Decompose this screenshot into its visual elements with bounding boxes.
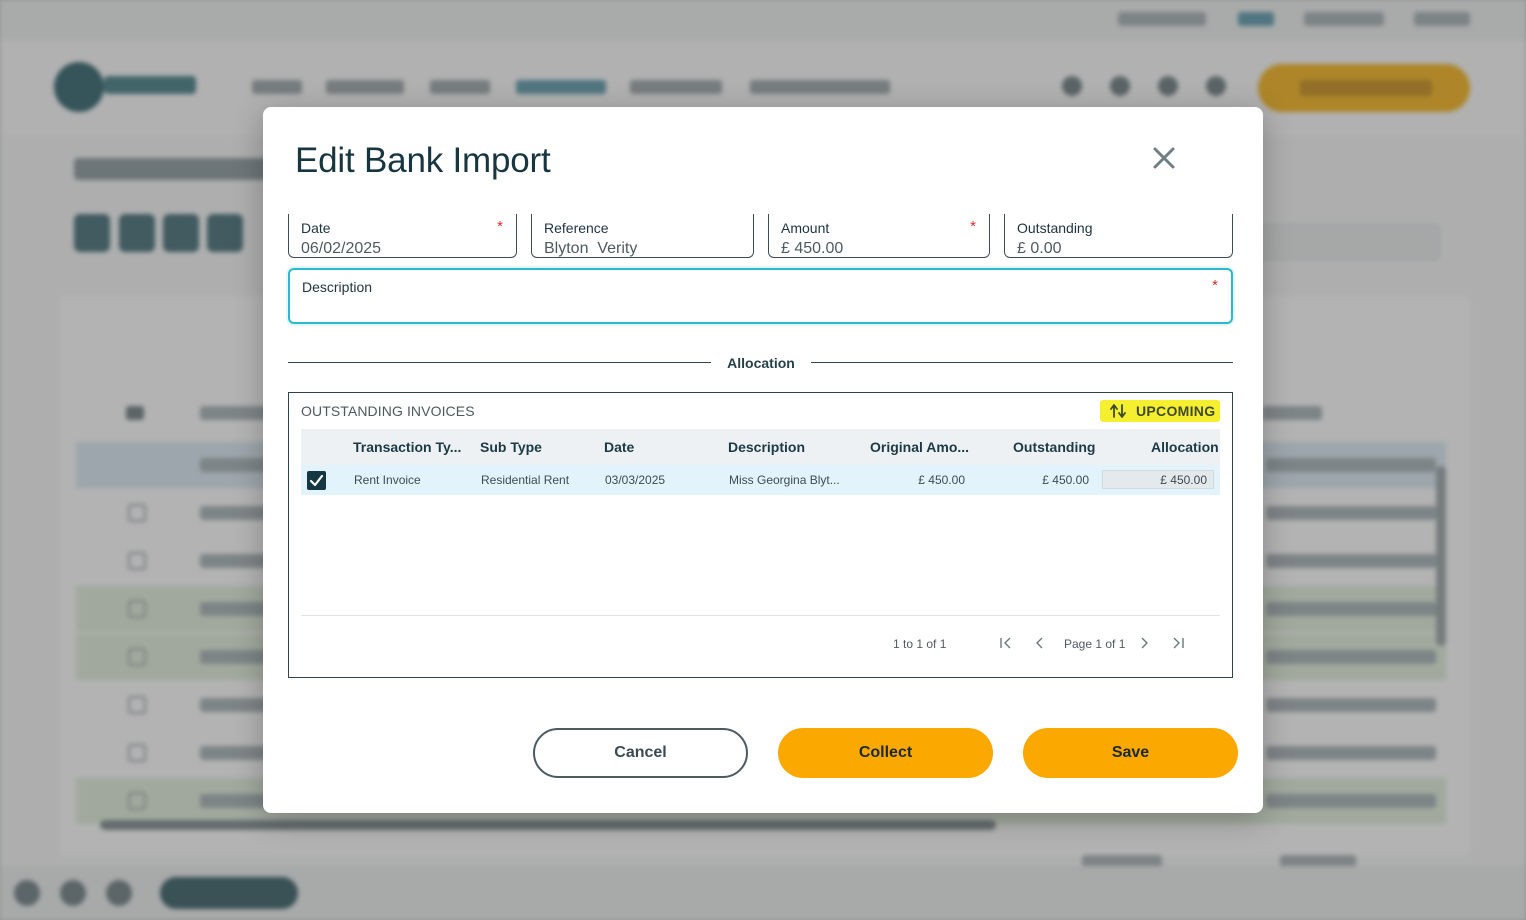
date-value: 06/02/2025 [301, 240, 382, 257]
checkmark-icon [309, 474, 324, 487]
col-transaction-type[interactable]: Transaction Ty... [353, 439, 461, 455]
amount-value: £ 450.00 [781, 240, 844, 257]
cell-original-amount: £ 450.00 [918, 473, 965, 487]
col-original-amount[interactable]: Original Amo... [870, 439, 970, 455]
date-label: Date [301, 220, 331, 236]
outstanding-invoices-title: OUTSTANDING INVOICES [301, 403, 475, 419]
close-icon[interactable] [1147, 141, 1181, 175]
required-mark: * [497, 218, 503, 235]
swap-arrows-icon [1110, 404, 1126, 418]
description-field[interactable]: Description * [288, 268, 1233, 324]
upcoming-label: UPCOMING [1136, 403, 1216, 419]
first-page-icon[interactable] [997, 634, 1015, 652]
save-button[interactable]: Save [1023, 728, 1238, 778]
grid-footer-divider [301, 615, 1220, 616]
next-page-icon[interactable] [1135, 634, 1153, 652]
amount-label: Amount [781, 220, 830, 236]
col-sub-type[interactable]: Sub Type [480, 439, 542, 455]
collect-button[interactable]: Collect [778, 728, 993, 778]
col-allocation[interactable]: Allocation [1151, 439, 1219, 455]
page-indicator: Page 1 of 1 [1064, 637, 1126, 651]
divider-left [288, 362, 711, 363]
row-checkbox[interactable] [307, 471, 326, 490]
upcoming-toggle[interactable]: UPCOMING [1100, 400, 1220, 422]
outstanding-field[interactable]: Outstanding £ 0.00 [1004, 214, 1233, 258]
invoice-row[interactable]: Rent Invoice Residential Rent 03/03/2025… [301, 465, 1220, 495]
col-description[interactable]: Description [728, 439, 805, 455]
reference-label: Reference [544, 220, 609, 236]
last-page-icon[interactable] [1169, 634, 1187, 652]
allocation-input[interactable]: £ 450.00 [1102, 470, 1214, 489]
reference-field[interactable]: Reference Blyton Verity [531, 214, 754, 258]
cell-outstanding: £ 450.00 [1042, 473, 1089, 487]
reference-value: Blyton Verity [544, 240, 638, 257]
edit-bank-import-modal: Edit Bank Import Date * 06/02/2025 Refer… [263, 107, 1263, 813]
invoices-grid-header: Transaction Ty... Sub Type Date Descript… [301, 429, 1220, 465]
description-label: Description [302, 279, 373, 295]
pagination-range: 1 to 1 of 1 [893, 637, 947, 651]
allocation-heading: Allocation [727, 355, 795, 371]
cell-date: 03/03/2025 [605, 473, 666, 487]
required-mark: * [1212, 277, 1218, 294]
modal-title: Edit Bank Import [295, 141, 551, 180]
outstanding-invoices-panel: OUTSTANDING INVOICES UPCOMING Transactio… [288, 392, 1233, 678]
date-field[interactable]: Date * 06/02/2025 [288, 214, 517, 258]
cancel-button[interactable]: Cancel [533, 728, 748, 778]
amount-field[interactable]: Amount * £ 450.00 [768, 214, 990, 258]
col-date[interactable]: Date [604, 439, 634, 455]
cell-description: Miss Georgina Blyt... [729, 473, 840, 487]
cell-sub-type: Residential Rent [481, 473, 570, 487]
outstanding-value: £ 0.00 [1017, 240, 1062, 257]
col-outstanding[interactable]: Outstanding [1013, 439, 1095, 455]
divider-right [811, 362, 1233, 363]
outstanding-label: Outstanding [1017, 220, 1093, 236]
required-mark: * [970, 218, 976, 235]
previous-page-icon[interactable] [1031, 634, 1049, 652]
cell-transaction-type: Rent Invoice [354, 473, 421, 487]
